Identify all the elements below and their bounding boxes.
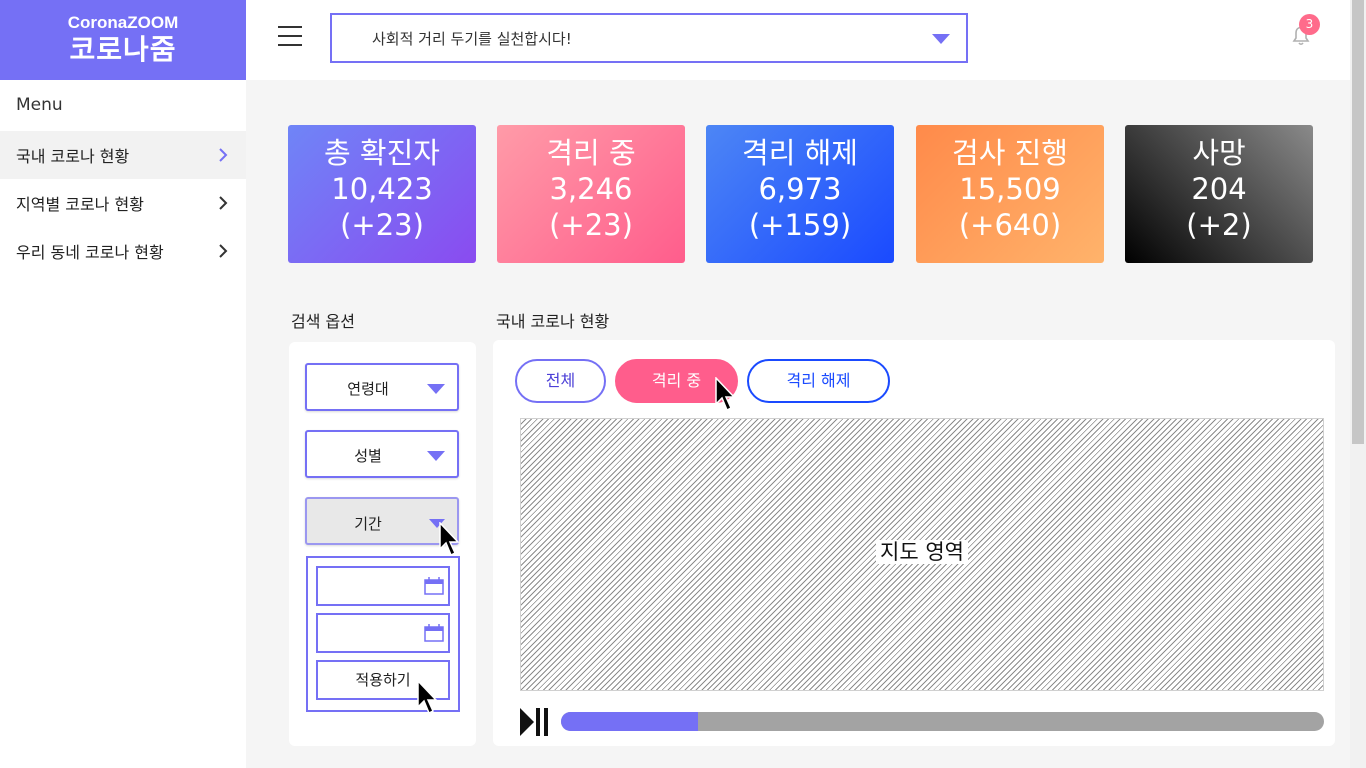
map-area[interactable]: 지도 영역: [520, 418, 1324, 691]
stat-delta: (+159): [748, 208, 852, 242]
main-section-title: 국내 코로나 현황: [496, 312, 610, 331]
tab-all[interactable]: 전체: [515, 359, 606, 403]
stat-title: 총 확진자: [324, 136, 440, 170]
cursor-icon: [417, 680, 438, 715]
age-select[interactable]: 연령대: [305, 363, 459, 411]
sidebar-item-label: 지역별 코로나 현황: [16, 195, 144, 214]
stat-title: 사망: [1192, 136, 1246, 170]
end-date-input[interactable]: [316, 613, 450, 653]
menu-icon[interactable]: [278, 26, 302, 48]
gender-select[interactable]: 성별: [305, 430, 459, 478]
sidebar-item-regional[interactable]: 지역별 코로나 현황: [0, 179, 246, 227]
stat-value: 3,246: [549, 172, 633, 206]
gender-select-label: 성별: [354, 447, 382, 465]
stat-value: 204: [1191, 172, 1247, 206]
map-label: 지도 영역: [876, 540, 968, 564]
top-bar: 사회적 거리 두기를 실천합시다! 3: [246, 0, 1350, 80]
stat-delta: (+640): [958, 208, 1062, 242]
stat-delta: (+23): [340, 208, 424, 242]
cursor-icon: [715, 377, 736, 412]
period-select[interactable]: 기간: [305, 497, 459, 545]
play-pause-icon[interactable]: [520, 708, 552, 736]
stat-value: 15,509: [959, 172, 1061, 206]
sidebar-item-domestic[interactable]: 국내 코로나 현황: [0, 131, 246, 179]
chevron-right-icon: [219, 148, 228, 162]
stat-card-total-confirmed: 총 확진자 10,423 (+23): [288, 125, 476, 263]
stat-value: 10,423: [331, 172, 433, 206]
chevron-right-icon: [219, 196, 228, 210]
stat-delta: (+23): [549, 208, 633, 242]
sidebar-item-label: 우리 동네 코로나 현황: [16, 243, 164, 262]
stat-card-deaths: 사망 204 (+2): [1125, 125, 1313, 263]
stat-card-isolated: 격리 중 3,246 (+23): [497, 125, 685, 263]
status-panel: 전체 격리 중 격리 해제 지도 영역: [493, 340, 1335, 746]
age-select-label: 연령대: [347, 380, 389, 398]
logo-english: CoronaZOOM: [67, 13, 179, 32]
stat-title: 격리 해제: [742, 136, 858, 170]
search-options-title: 검색 옵션: [291, 312, 355, 331]
notification-badge: 3: [1299, 14, 1320, 35]
chevron-right-icon: [219, 244, 228, 258]
stat-delta: (+2): [1186, 208, 1252, 242]
stat-title: 검사 진행: [952, 136, 1068, 170]
stat-card-testing: 검사 진행 15,509 (+640): [916, 125, 1104, 263]
stat-card-released: 격리 해제 6,973 (+159): [706, 125, 894, 263]
sidebar-item-neighborhood[interactable]: 우리 동네 코로나 현황: [0, 227, 246, 275]
timeline-progress-fill: [561, 712, 699, 731]
stat-value: 6,973: [758, 172, 842, 206]
sidebar-item-label: 국내 코로나 현황: [16, 147, 130, 166]
sidebar: Menu 국내 코로나 현황 지역별 코로나 현황 우리 동네 코로나 현황: [0, 80, 246, 768]
period-select-label: 기간: [354, 515, 382, 533]
notice-text: 사회적 거리 두기를 실천합시다!: [372, 30, 572, 48]
chevron-down-icon: [427, 451, 445, 461]
logo-korean: 코로나줌: [69, 33, 177, 66]
calendar-icon[interactable]: [424, 577, 444, 595]
timeline-progress-bar[interactable]: [561, 712, 1324, 731]
scrollbar-thumb[interactable]: [1352, 0, 1364, 444]
chevron-down-icon: [932, 34, 950, 44]
page-scrollbar[interactable]: [1350, 0, 1366, 768]
tab-released[interactable]: 격리 해제: [747, 359, 890, 403]
logo[interactable]: CoronaZOOM 코로나줌: [0, 0, 246, 80]
calendar-icon[interactable]: [424, 624, 444, 642]
notice-dropdown[interactable]: 사회적 거리 두기를 실천합시다!: [330, 13, 968, 63]
cursor-icon: [439, 522, 460, 557]
start-date-input[interactable]: [316, 566, 450, 606]
stat-title: 격리 중: [546, 136, 636, 170]
menu-title: Menu: [16, 95, 63, 115]
chevron-down-icon: [427, 384, 445, 394]
